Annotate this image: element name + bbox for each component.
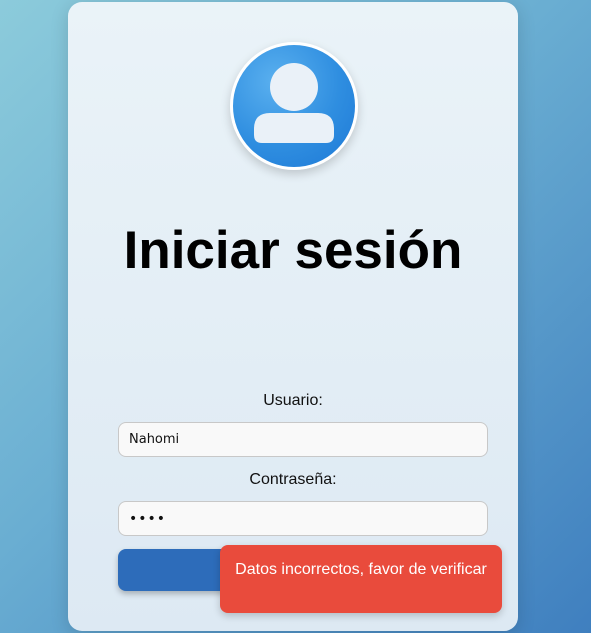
login-card: Iniciar sesión Usuario: Contraseña: Dato… — [68, 2, 518, 631]
password-label: Contraseña: — [249, 471, 337, 488]
page-title: Iniciar sesión — [123, 221, 463, 280]
username-label: Usuario: — [263, 392, 323, 409]
password-input[interactable] — [118, 501, 488, 536]
error-message: Datos incorrectos, favor de verificar — [220, 545, 502, 613]
user-silhouette-icon — [254, 63, 334, 143]
username-input[interactable] — [118, 422, 488, 457]
user-avatar-icon — [230, 42, 358, 170]
